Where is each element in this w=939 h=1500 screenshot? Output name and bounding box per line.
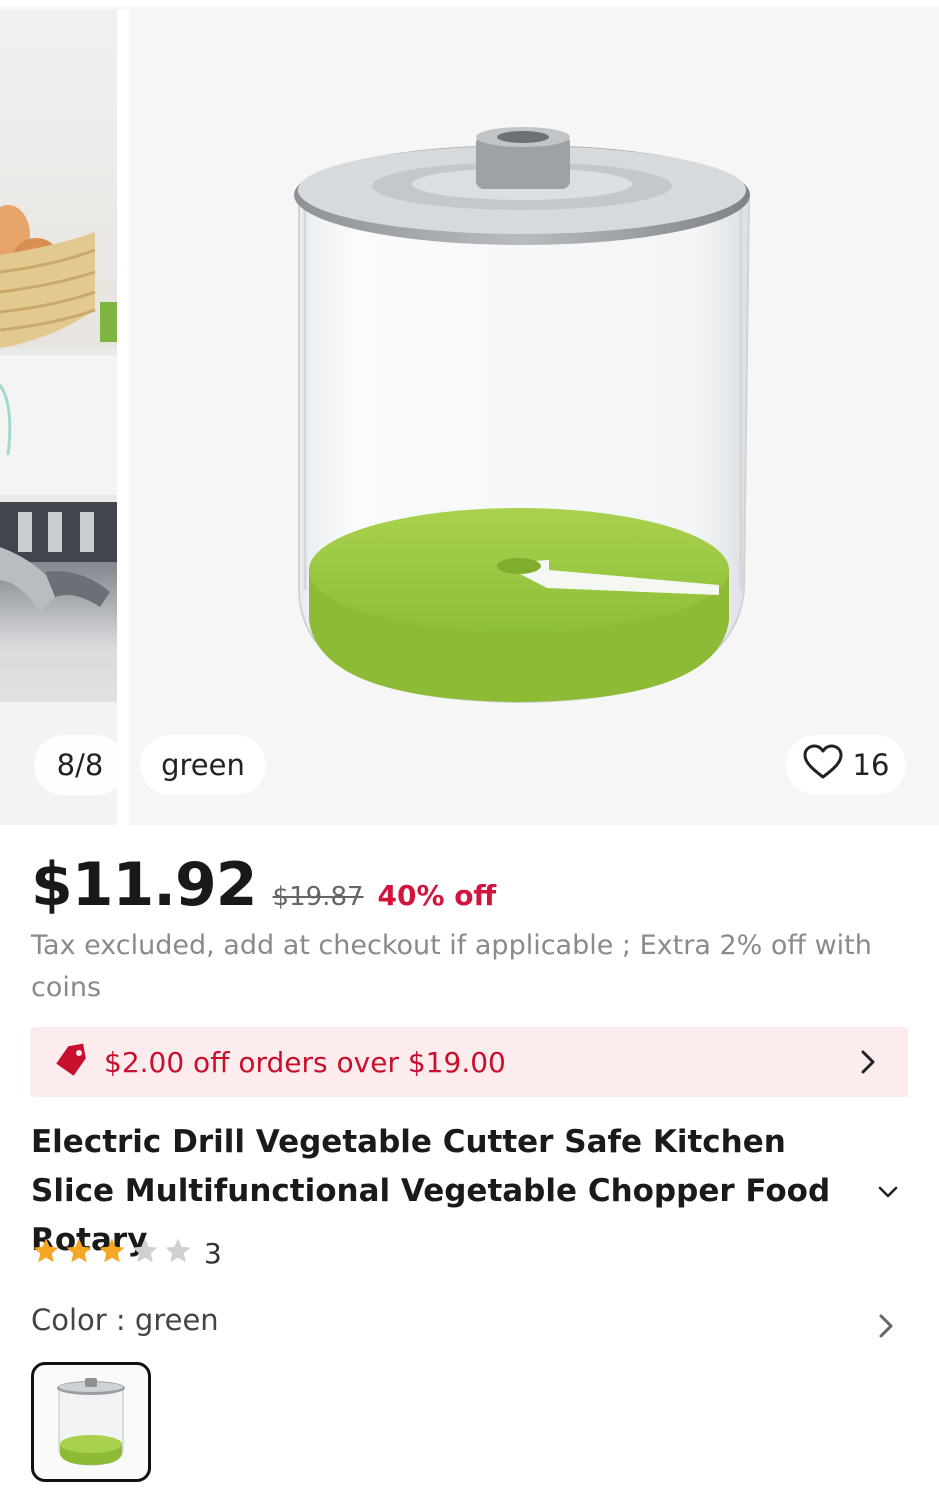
current-price: $11.92	[31, 850, 258, 920]
star-icon	[165, 1238, 191, 1263]
star-rating	[31, 1236, 196, 1270]
star-icon	[132, 1238, 158, 1263]
top-divider	[0, 0, 939, 6]
star-icon	[99, 1238, 125, 1263]
color-swatch-green[interactable]	[31, 1362, 151, 1482]
product-main-image[interactable]	[129, 10, 939, 825]
rating-count: 3	[204, 1236, 222, 1270]
gallery-divider	[117, 10, 129, 825]
image-counter-text: 8/8	[56, 748, 104, 782]
previous-image-preview[interactable]	[0, 10, 117, 825]
image-color-badge: green	[140, 735, 266, 795]
tax-note: Tax excluded, add at checkout if applica…	[31, 930, 872, 1003]
heart-icon	[803, 744, 843, 787]
coupon-banner[interactable]: $2.00 off orders over $19.00	[30, 1027, 908, 1097]
discount-badge: 40% off	[377, 879, 497, 912]
product-image-gallery[interactable]: 8/8 green 16	[0, 0, 939, 825]
color-selector-label: Color : green	[31, 1303, 219, 1337]
star-icon	[66, 1238, 92, 1263]
preview-photo-light	[0, 355, 117, 495]
tag-icon	[52, 1041, 104, 1083]
coupon-text: $2.00 off orders over $19.00	[104, 1045, 506, 1079]
swatch-thumbnail	[57, 1378, 125, 1466]
image-color-text: green	[161, 748, 245, 782]
image-counter-badge: 8/8	[34, 735, 126, 795]
wishlist-count: 16	[852, 748, 890, 782]
star-icon	[33, 1238, 59, 1263]
original-price: $19.87	[272, 882, 364, 912]
preview-photo-basket	[0, 10, 117, 348]
price-row: $11.92 $19.87 40% off	[31, 850, 496, 920]
rating-row[interactable]: 3	[31, 1236, 222, 1270]
wishlist-button[interactable]: 16	[786, 735, 906, 795]
